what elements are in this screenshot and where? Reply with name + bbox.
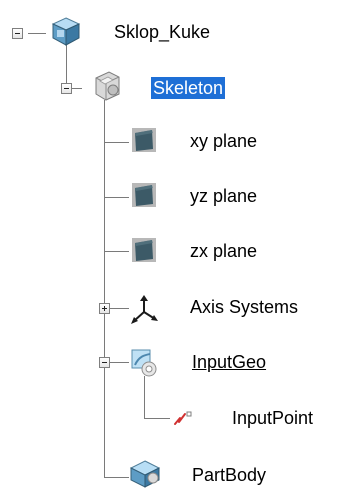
input-point-connector bbox=[144, 418, 170, 419]
yz-plane-label[interactable]: yz plane bbox=[190, 186, 257, 206]
input-point-label[interactable]: InputPoint bbox=[232, 408, 313, 428]
root-collapse-toggle[interactable] bbox=[12, 28, 23, 39]
axis-systems-expand-toggle[interactable] bbox=[99, 303, 110, 314]
axis-systems-label[interactable]: Axis Systems bbox=[190, 297, 298, 317]
root-vertical-line bbox=[66, 45, 67, 88]
root-node-label[interactable]: Sklop_Kuke bbox=[114, 22, 210, 42]
yz-plane-connector bbox=[104, 197, 129, 198]
zx-plane-label[interactable]: zx plane bbox=[190, 241, 257, 261]
skeleton-part-icon[interactable] bbox=[88, 67, 126, 105]
product-cube-icon[interactable] bbox=[48, 14, 84, 50]
part-body-label[interactable]: PartBody bbox=[192, 465, 266, 485]
geometrical-set-icon[interactable] bbox=[126, 345, 162, 381]
skeleton-node-label[interactable]: Skeleton bbox=[151, 77, 226, 99]
input-geo-collapse-toggle[interactable] bbox=[99, 357, 110, 368]
root-connector bbox=[28, 33, 46, 34]
xy-plane-label[interactable]: xy plane bbox=[190, 131, 257, 151]
plane-icon[interactable] bbox=[128, 125, 160, 157]
input-geo-vertical-line bbox=[144, 376, 145, 418]
skeleton-vertical-line bbox=[104, 100, 105, 477]
plane-icon[interactable] bbox=[128, 180, 160, 212]
xy-plane-connector bbox=[104, 142, 129, 143]
plane-icon[interactable] bbox=[128, 235, 160, 267]
input-geo-label[interactable]: InputGeo bbox=[192, 352, 266, 372]
part-body-icon[interactable] bbox=[126, 458, 164, 488]
skeleton-collapse-toggle[interactable] bbox=[61, 83, 72, 94]
input-point-icon[interactable] bbox=[171, 408, 195, 428]
specification-tree: Sklop_Kuke Skeleton xy plane yz plane zx… bbox=[0, 0, 349, 491]
zx-plane-connector bbox=[104, 251, 129, 252]
axis-systems-icon[interactable] bbox=[127, 292, 161, 326]
